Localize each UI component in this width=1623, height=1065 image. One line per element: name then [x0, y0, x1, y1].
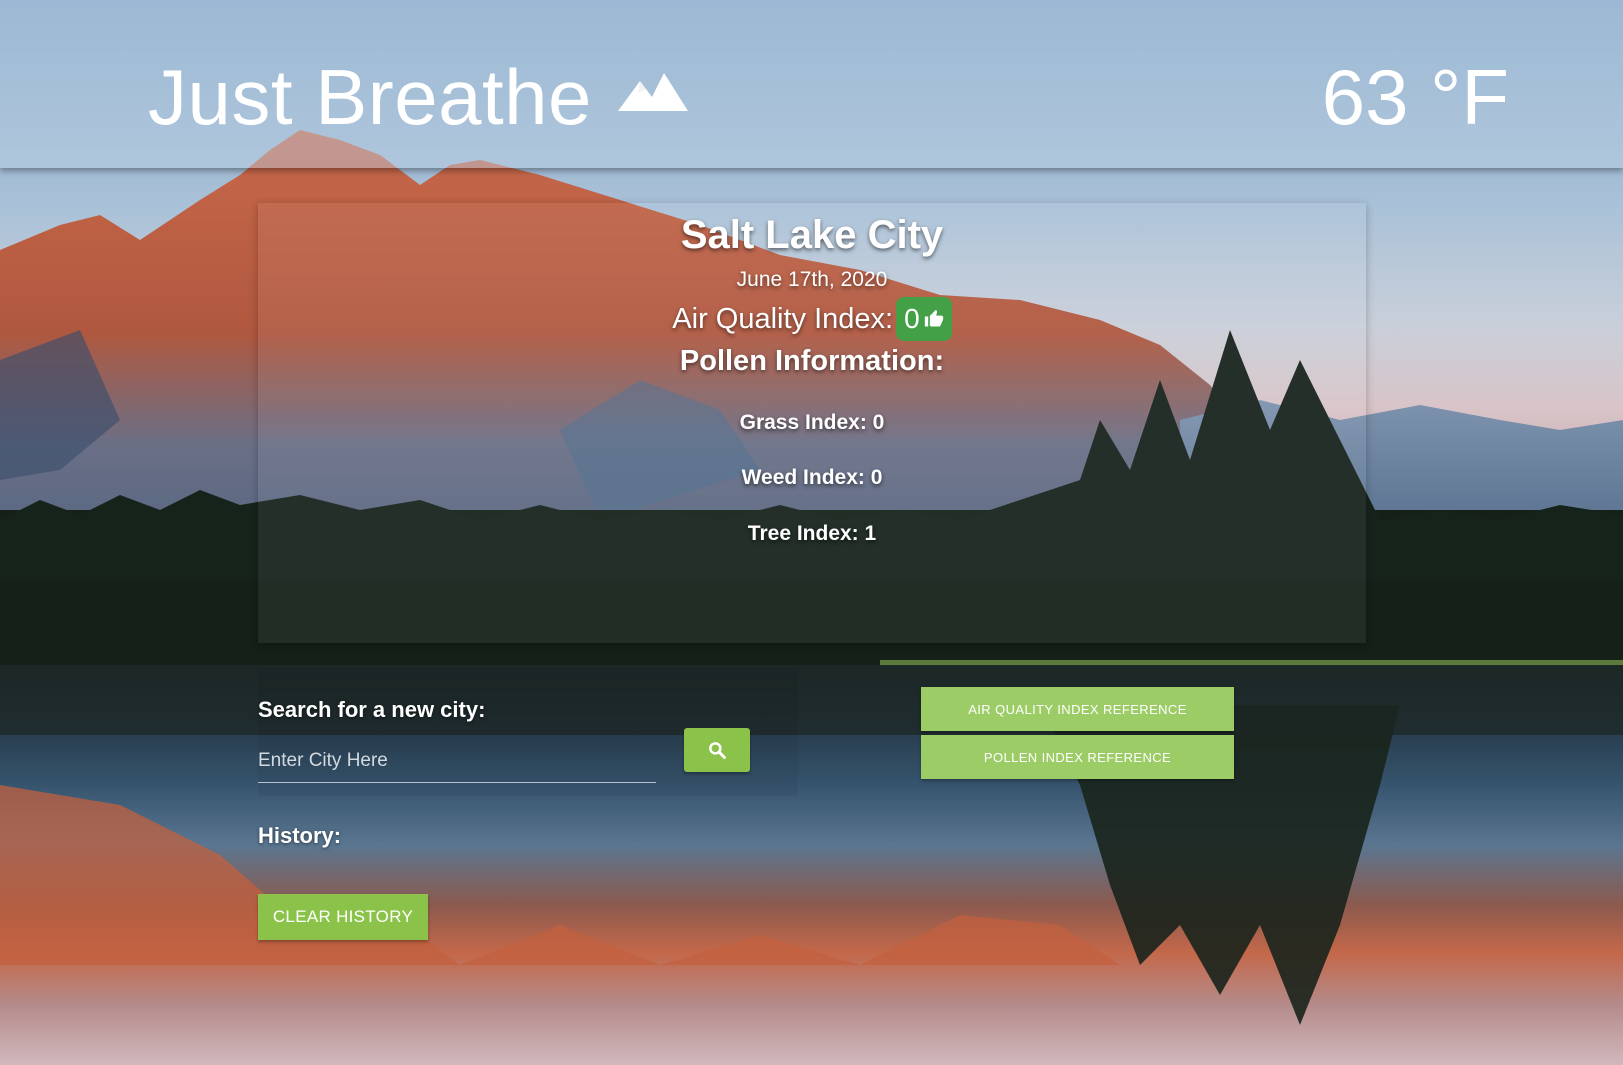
aqi-label: Air Quality Index:	[672, 302, 894, 335]
search-icon	[709, 742, 726, 759]
weed-index: Weed Index: 0	[741, 466, 883, 489]
temperature: 63 °F	[1321, 53, 1509, 141]
pollen-title: Pollen Information:	[679, 345, 945, 377]
grass-index: Grass Index: 0	[739, 411, 885, 434]
aqi-value: 0	[904, 303, 920, 334]
thumbs-up-icon	[924, 309, 943, 327]
current-date: June 17th, 2020	[736, 268, 888, 291]
brand: Just Breathe	[148, 52, 688, 143]
pollen-reference-button[interactable]: POLLEN INDEX REFERENCE	[921, 735, 1234, 779]
air-quality-row: Air Quality Index: 0	[258, 297, 1366, 341]
city-search-input[interactable]	[258, 740, 656, 783]
clear-history-button[interactable]: CLEAR HISTORY	[258, 894, 428, 940]
tree-index: Tree Index: 1	[747, 522, 877, 545]
city-name: Salt Lake City	[680, 213, 944, 257]
history-label: History:	[258, 823, 342, 848]
aqi-reference-button[interactable]: AIR QUALITY INDEX REFERENCE	[921, 687, 1234, 731]
header-bar: Just Breathe 63 °F	[0, 0, 1623, 168]
app-title: Just Breathe	[148, 53, 592, 141]
search-button[interactable]	[684, 728, 750, 772]
city-info-panel: Salt Lake City June 17th, 2020 Air Quali…	[258, 203, 1366, 643]
mountain-icon	[617, 72, 688, 111]
aqi-badge: 0	[896, 297, 952, 341]
search-label: Search for a new city:	[258, 697, 486, 722]
lake-reflection	[0, 665, 1623, 1025]
